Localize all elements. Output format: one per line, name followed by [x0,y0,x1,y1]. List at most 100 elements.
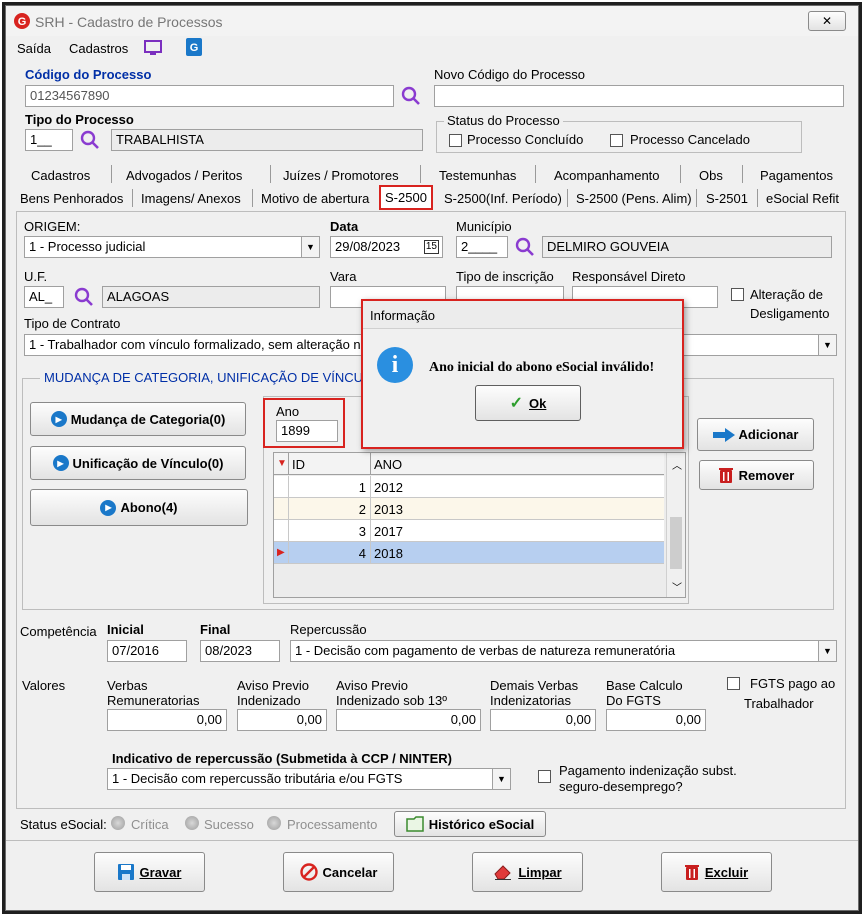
tab-cadastros[interactable]: Cadastros [31,168,90,183]
tab-imagens-anexos[interactable]: Imagens/ Anexos [141,191,241,206]
sucesso-radio[interactable] [185,816,199,830]
tipo-processo-code[interactable]: 1__ [25,129,73,151]
app-g-icon[interactable]: G [186,38,202,56]
aviso13-label-1: Aviso Previo [336,678,409,693]
tab-advogados[interactable]: Advogados / Peritos [126,168,242,183]
table-row[interactable]: 1 2012 [274,476,664,498]
novo-codigo-input[interactable] [434,85,844,107]
play-icon: ▶ [100,499,117,516]
abono-button[interactable]: ▶ Abono(4) [30,489,248,526]
base-label-1: Base Calculo [606,678,683,693]
tab-pagamentos[interactable]: Pagamentos [760,168,833,183]
tab-s2500-periodo[interactable]: S-2500(Inf. Período) [444,191,562,206]
fgts-checkbox[interactable] [727,677,740,690]
mudanca-categoria-button[interactable]: ▶ Mudança de Categoria(0) [30,402,246,436]
aviso-input[interactable]: 0,00 [237,709,327,731]
inicial-input[interactable]: 07/2016 [107,640,187,662]
verbas-label-2: Remuneratorias [107,693,200,708]
municipio-code[interactable]: 2____ [456,236,508,258]
pagamento-label-2: seguro-desemprego? [559,779,683,794]
uf-label: U.F. [24,269,48,284]
fgts-label-1: FGTS pago ao [750,676,836,691]
search-icon[interactable] [515,237,535,257]
cancelado-checkbox[interactable] [610,134,623,147]
aviso13-input[interactable]: 0,00 [336,709,481,731]
concluido-checkbox[interactable] [449,134,462,147]
close-icon: ✕ [821,14,833,28]
grid-col-ano[interactable]: ANO [374,457,402,472]
final-input[interactable]: 08/2023 [200,640,280,662]
critica-radio[interactable] [111,816,125,830]
indicativo-select[interactable]: 1 - Decisão com repercussão tributária e… [107,768,511,790]
limpar-button[interactable]: Limpar [472,852,583,892]
cancelar-button[interactable]: Cancelar [283,852,394,892]
tipo-processo-label: Tipo do Processo [25,112,134,127]
tab-bens-penhorados[interactable]: Bens Penhorados [20,191,123,206]
grid-scrollbar[interactable]: ︿ ﹀ [666,453,685,597]
responsavel-label: Responsável Direto [572,269,686,284]
origem-label: ORIGEM: [24,219,81,234]
final-label: Final [200,622,231,637]
tab-motivo-abertura[interactable]: Motivo de abertura [261,191,369,206]
monitor-icon[interactable] [144,40,162,56]
unificacao-vinculo-button[interactable]: ▶ Unificação de Vínculo(0) [30,446,246,480]
tipo-inscricao-label: Tipo de inscrição [456,269,554,284]
gravar-button[interactable]: Gravar [94,852,205,892]
abono-grid[interactable]: ▼ ID ANO 1 2012 2 2013 3 2017 ▶ 4 2018 ︿… [273,452,686,598]
alteracao-checkbox[interactable] [731,288,744,301]
grid-body: 1 2012 2 2013 3 2017 ▶ 4 2018 [274,476,664,564]
origem-value: 1 - Processo judicial [29,239,146,254]
search-icon[interactable] [80,130,100,150]
cell-ano: 2012 [374,480,403,495]
calendar-icon[interactable]: 15 [423,240,439,254]
grid-col-id[interactable]: ID [292,457,305,472]
table-row[interactable]: 2 2013 [274,498,664,520]
tab-s2500-pens[interactable]: S-2500 (Pens. Alim) [576,191,692,206]
scroll-down-icon[interactable]: ﹀ [672,579,682,594]
scroll-thumb[interactable] [670,517,682,569]
data-input[interactable]: 29/08/2023 15 [330,236,443,258]
uf-code[interactable]: AL_ [24,286,64,308]
tab-testemunhas[interactable]: Testemunhas [439,168,516,183]
excluir-button[interactable]: Excluir [661,852,772,892]
info-dialog: Informação i Ano inicial do abono eSocia… [361,299,684,449]
tab-acompanhamento[interactable]: Acompanhamento [554,168,660,183]
table-row[interactable]: 3 2017 [274,520,664,542]
tab-juizes[interactable]: Juízes / Promotores [283,168,399,183]
table-row-selected[interactable]: ▶ 4 2018 [274,542,664,564]
menu-cadastros[interactable]: Cadastros [69,41,128,56]
municipio-name: DELMIRO GOUVEIA [542,236,832,258]
processamento-radio[interactable] [267,816,281,830]
tab-s2500[interactable]: S-2500 [379,185,433,210]
tab-obs[interactable]: Obs [699,168,723,183]
novo-codigo-label: Novo Código do Processo [434,67,586,82]
cell-id: 2 [358,502,366,517]
remover-button[interactable]: Remover [699,460,814,490]
search-icon[interactable] [74,287,94,307]
ok-button[interactable]: ✓ Ok [475,385,581,421]
status-processo-title: Status do Processo [444,113,563,128]
pagamento-checkbox[interactable] [538,770,551,783]
document-icon [406,816,424,832]
verbas-input[interactable]: 0,00 [107,709,227,731]
ano-input[interactable]: 1899 [276,420,338,442]
tab-s2501[interactable]: S-2501 [706,191,748,206]
codigo-input[interactable]: 01234567890 [25,85,394,107]
repercussao-select[interactable]: 1 - Decisão com pagamento de verbas de n… [290,640,837,662]
historico-esocial-button[interactable]: Histórico eSocial [394,811,546,837]
tab-esocial-refit[interactable]: eSocial Refit [766,191,839,206]
demais-input[interactable]: 0,00 [490,709,596,731]
cell-id: 3 [358,524,366,539]
base-input[interactable]: 0,00 [606,709,706,731]
menu-saida[interactable]: Saída [17,41,51,56]
cancel-icon [299,863,318,881]
indicativo-label: Indicativo de repercussão (Submetida à C… [112,751,453,766]
adicionar-button[interactable]: Adicionar [697,418,814,451]
window-close-button[interactable]: ✕ [808,11,846,31]
search-icon[interactable] [401,86,421,106]
status-esocial-label: Status eSocial: [20,817,107,832]
base-label-2: Do FGTS [606,693,661,708]
origem-select[interactable]: 1 - Processo judicial ▼ [24,236,320,258]
critica-label: Crítica [131,817,169,832]
scroll-up-icon[interactable]: ︿ [672,457,682,472]
